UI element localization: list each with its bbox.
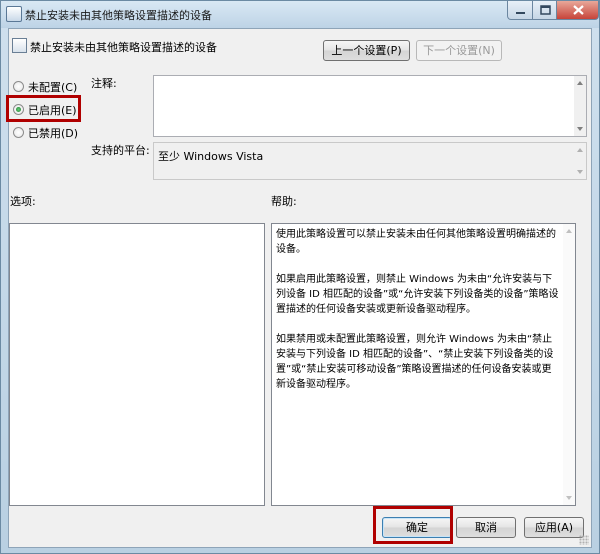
help-paragraph: 使用此策略设置可以禁止安装未由任何其他策略设置明确描述的设备。 [276,229,556,255]
minimize-button[interactable] [507,1,533,20]
minimize-icon [516,12,525,14]
help-text-pane[interactable]: 使用此策略设置可以禁止安装未由任何其他策略设置明确描述的设备。 如果启用此策略设… [271,223,576,506]
ok-button[interactable]: 确定 [382,517,452,538]
help-label: 帮助: [271,195,297,208]
help-paragraph: 如果禁用或未配置此策略设置，则允许 Windows 为未由“禁止安装与下列设备 … [276,334,554,390]
window-title: 禁止安装未由其他策略设置描述的设备 [25,9,212,22]
policy-name: 禁止安装未由其他策略设置描述的设备 [30,41,217,54]
comment-scrollbar[interactable] [574,76,586,136]
apply-button[interactable]: 应用(A) [524,517,584,538]
next-setting-button[interactable]: 下一个设置(N) [416,40,502,61]
close-button[interactable] [556,1,599,20]
radio-not-configured[interactable] [13,81,24,92]
radio-enabled[interactable] [13,104,24,115]
radio-enabled-label[interactable]: 已启用(E) [28,102,77,118]
maximize-button[interactable] [532,1,557,20]
help-paragraph: 如果启用此策略设置，则禁止 Windows 为未由“允许安装与下列设备 ID 相… [276,274,559,315]
close-icon [573,5,584,15]
options-label: 选项: [10,195,36,208]
platform-scroll-down-icon[interactable] [577,170,583,174]
policy-icon [6,6,22,22]
scroll-down-icon[interactable] [577,127,583,131]
resize-grip[interactable] [579,535,589,545]
policy-dialog-window: 禁止安装未由其他策略设置描述的设备 禁止安装未由其他策略设置描述的设备 上一个设… [0,0,600,554]
help-scrollbar[interactable] [563,224,575,505]
dialog-client-area: 禁止安装未由其他策略设置描述的设备 上一个设置(P) 下一个设置(N) 未配置(… [8,28,592,548]
previous-setting-button[interactable]: 上一个设置(P) [323,40,410,61]
help-scroll-down-icon[interactable] [566,496,572,500]
help-scroll-up-icon[interactable] [566,229,572,233]
platform-label: 支持的平台: [91,144,150,157]
radio-disabled[interactable] [13,127,24,138]
platform-scrollbar[interactable] [574,143,586,179]
platform-field: 至少 Windows Vista [153,142,587,180]
radio-not-configured-label[interactable]: 未配置(C) [28,79,77,95]
radio-disabled-label[interactable]: 已禁用(D) [28,125,78,141]
comment-label: 注释: [91,77,117,90]
comment-textarea[interactable] [153,75,587,137]
options-pane[interactable] [9,223,265,506]
scroll-up-icon[interactable] [577,81,583,85]
title-bar[interactable]: 禁止安装未由其他策略设置描述的设备 [1,1,599,28]
platform-value: 至少 Windows Vista [158,150,264,163]
maximize-icon [540,5,551,15]
setting-icon [12,38,27,53]
platform-scroll-up-icon[interactable] [577,148,583,152]
cancel-button[interactable]: 取消 [456,517,516,538]
